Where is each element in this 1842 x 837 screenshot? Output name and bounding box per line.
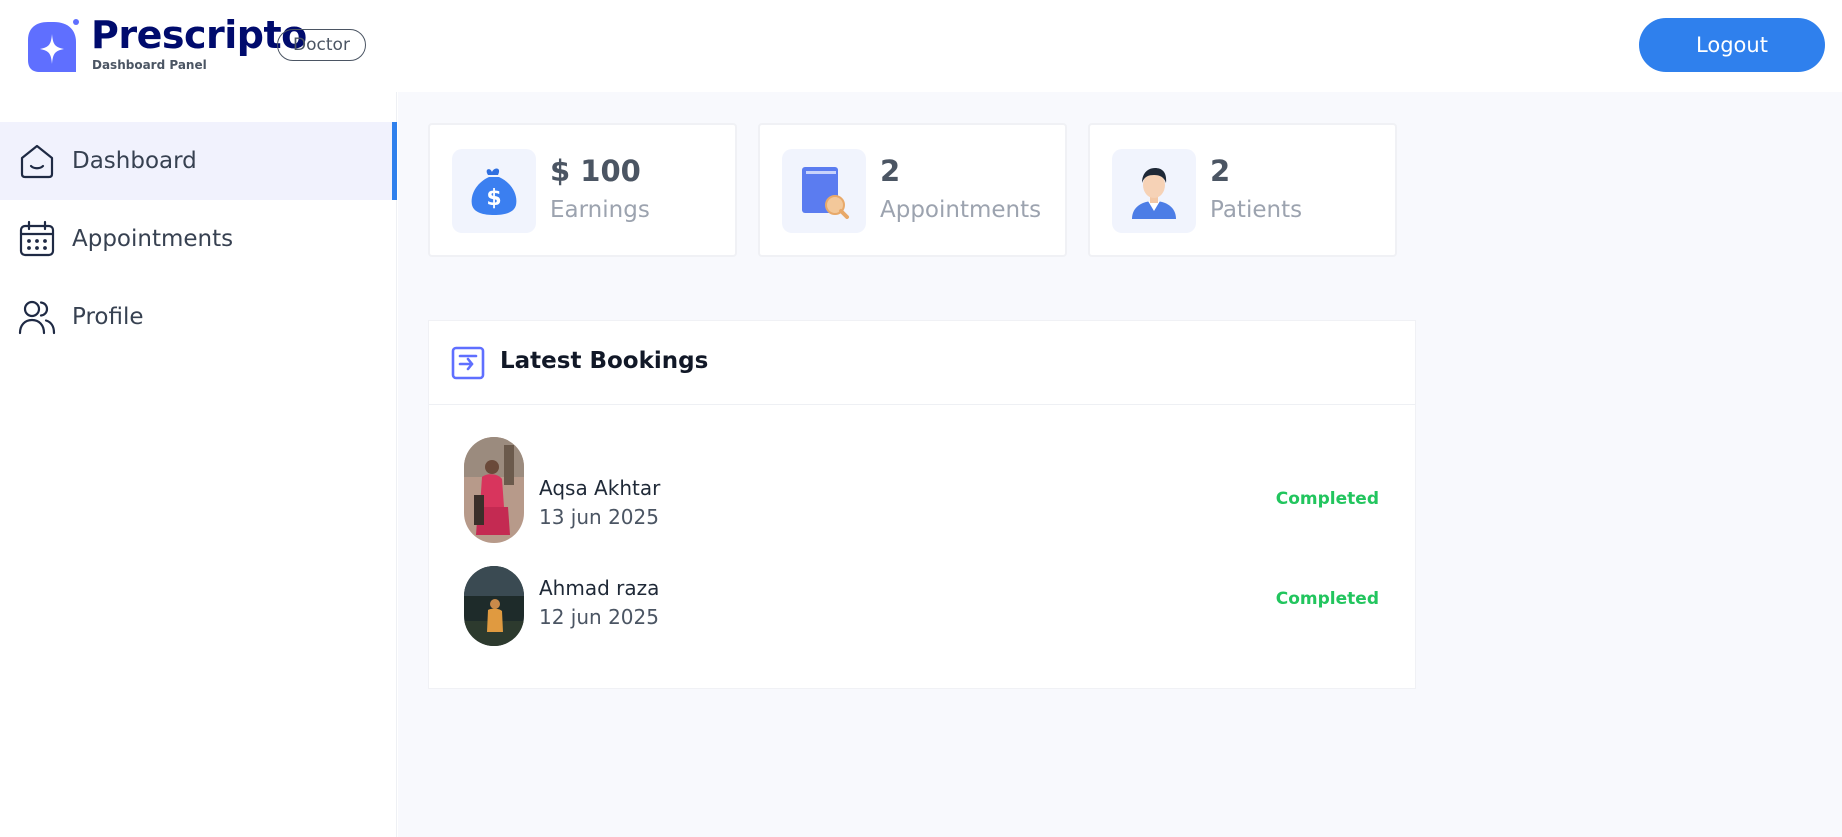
sidebar-item-label: Profile (72, 304, 144, 330)
logout-button[interactable]: Logout (1639, 18, 1825, 72)
earnings-value: $ 100 (550, 154, 641, 188)
svg-text:$: $ (486, 186, 501, 211)
sidebar-item-profile[interactable]: Profile (0, 278, 397, 356)
home-icon (20, 144, 54, 179)
people-icon (18, 300, 56, 335)
appointments-label: Appointments (880, 197, 1042, 223)
main-content: $ $ 100 Earnings 2 Appointments 2 Patien… (398, 92, 1842, 837)
sidebar: Dashboard Appointments Profile (0, 92, 397, 837)
patient-avatar-icon (1132, 168, 1176, 219)
booking-row[interactable]: Aqsa Akhtar 13 jun 2025 Completed (429, 437, 1415, 547)
appointment-book-icon (802, 167, 849, 219)
appointments-value: 2 (880, 154, 901, 188)
stat-card-earnings: $ $ 100 Earnings (428, 123, 737, 257)
top-header: Prescripto Dashboard Panel Doctor Logout (0, 0, 1842, 92)
prescripto-logo-icon (28, 19, 79, 72)
patient-photo-avatar (464, 566, 524, 646)
patients-label: Patients (1210, 197, 1303, 223)
calendar-icon (19, 220, 55, 257)
earnings-label: Earnings (550, 197, 650, 223)
brand-name: Prescripto (91, 13, 307, 57)
role-badge: Doctor (277, 29, 366, 61)
patients-value: 2 (1210, 154, 1231, 188)
sidebar-item-appointments[interactable]: Appointments (0, 200, 397, 278)
patient-name: Aqsa Akhtar (539, 476, 661, 500)
latest-bookings-title: Latest Bookings (500, 348, 709, 374)
patient-name: Ahmad raza (539, 576, 660, 600)
brand-subtitle: Dashboard Panel (92, 58, 207, 72)
stat-card-patients: 2 Patients (1088, 123, 1397, 257)
stat-card-appointments: 2 Appointments (758, 123, 1067, 257)
money-bag-icon: $ (471, 168, 517, 215)
booking-date: 13 jun 2025 (539, 505, 659, 529)
patient-photo-avatar (464, 437, 524, 543)
latest-bookings-panel: Latest Bookings Aqsa Akhtar 13 jun 2025 … (428, 320, 1416, 689)
list-icon (451, 346, 485, 380)
booking-row[interactable]: Ahmad raza 12 jun 2025 Completed (429, 547, 1415, 657)
status-badge: Completed (1275, 489, 1379, 509)
status-badge: Completed (1275, 589, 1379, 609)
booking-date: 12 jun 2025 (539, 605, 659, 629)
latest-bookings-header: Latest Bookings (429, 321, 1415, 405)
sidebar-item-dashboard[interactable]: Dashboard (0, 122, 397, 200)
sidebar-item-label: Dashboard (72, 148, 197, 174)
sidebar-item-label: Appointments (72, 226, 234, 252)
